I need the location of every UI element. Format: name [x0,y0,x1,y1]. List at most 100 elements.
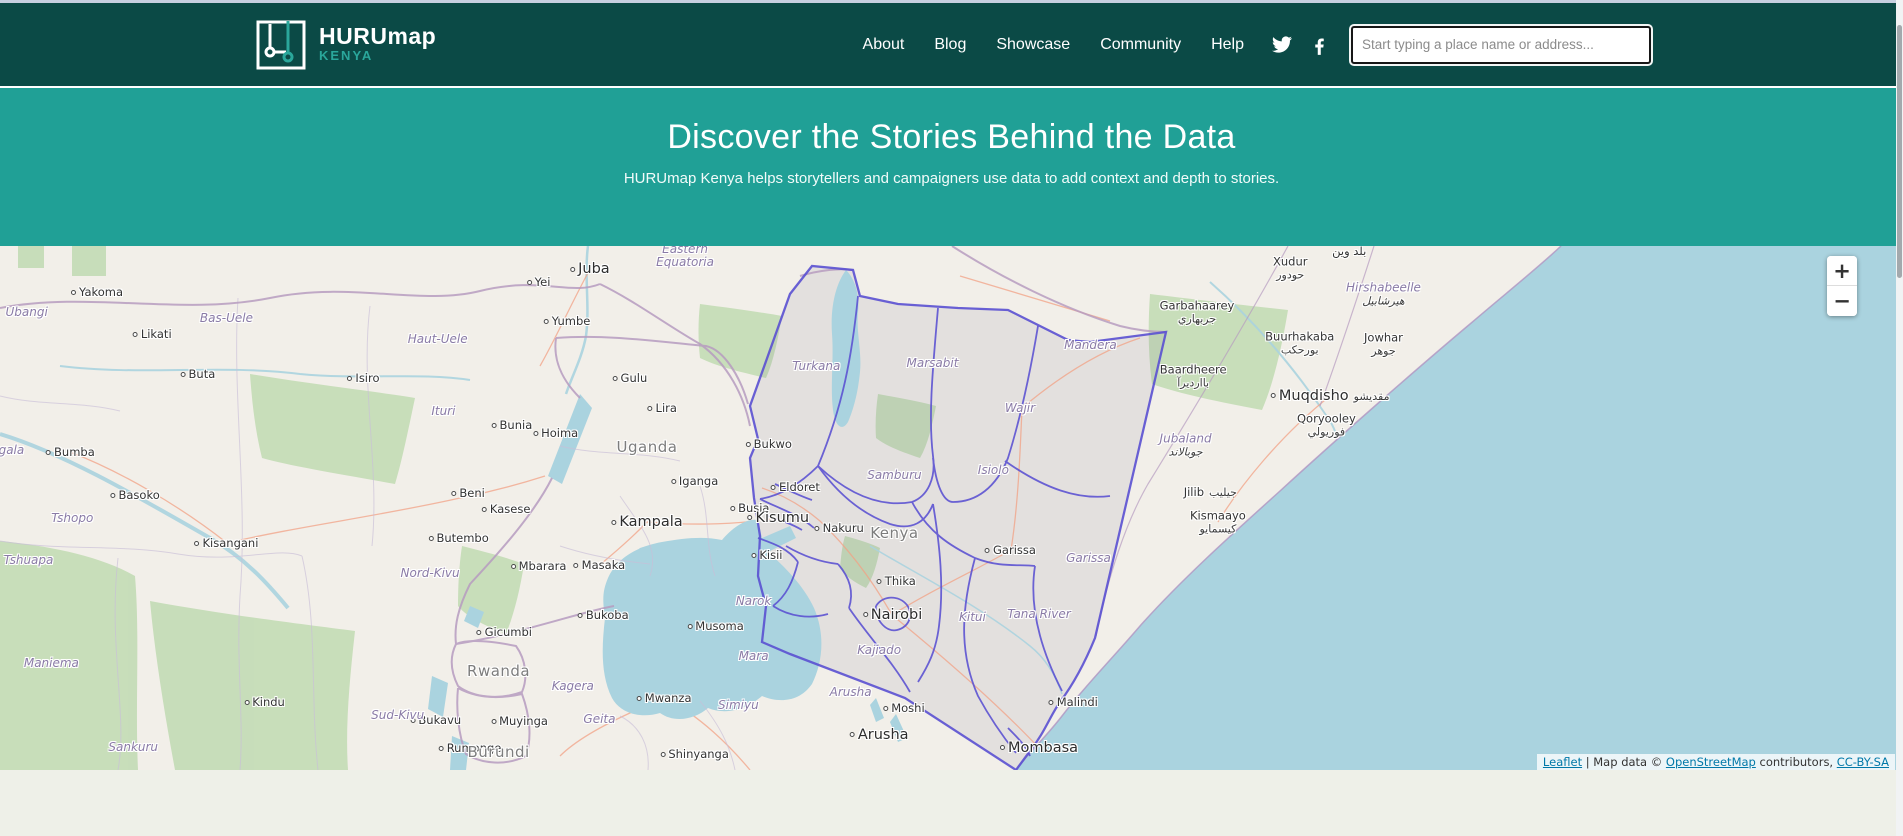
place-marker-dot [570,267,575,272]
map-label-yakoma: Yakoma [71,285,123,299]
map-label-basoko: Basoko [110,488,159,502]
place-marker-dot [491,719,496,724]
nav-showcase[interactable]: Showcase [996,36,1070,54]
place-marker-dot [574,563,579,568]
place-marker-dot [181,372,186,377]
place-marker-dot [244,700,249,705]
map-label-thika: Thika [877,574,916,588]
zoom-out-button[interactable]: − [1827,286,1857,316]
place-marker-dot [751,553,756,558]
place-marker-dot [482,507,487,512]
map-label-rwanda: Rwanda [467,662,530,680]
place-marker-dot [648,406,653,411]
place-marker-dot [46,450,51,455]
map-label-narok: Narok [736,594,772,608]
map-label-mara: Mara [739,649,769,663]
map-label-mwanza: Mwanza [637,691,692,705]
map-label-baardheere: Baardheereباارديرآ [1160,362,1227,389]
map-label-ituri: Ituri [431,404,455,418]
map-label-nairobi: Nairobi [863,607,923,623]
place-marker-dot [544,319,549,324]
attribution-text-1: | Map data © [1582,755,1666,769]
place-marker-dot [110,493,115,498]
map-label-hirshabeelle: Hirshabeelleهيرشابيل [1346,281,1421,308]
map-label-garissa: Garissa [1066,551,1111,565]
place-label-arabic: جوبالاند [1160,446,1212,459]
header-search [1351,26,1651,64]
place-label-arabic: بورحكب [1265,343,1334,356]
map-label-samburu: Samburu [867,468,921,482]
map-label-tshuapa: Tshuapa [4,553,54,567]
map-label-kindu: Kindu [244,695,285,709]
license-link[interactable]: CC-BY-SA [1837,755,1889,769]
place-marker-dot [985,548,990,553]
map-label-beni: Beni [451,486,484,500]
openstreetmap-link[interactable]: OpenStreetMap [1666,755,1756,769]
map-label-uganda: Uganda [617,438,678,456]
place-marker-dot [815,526,820,531]
map-label-muyinga: Muyinga [491,714,548,728]
twitter-icon[interactable] [1272,36,1292,53]
place-marker-dot [439,746,444,751]
map-label-shinyanga: Shinyanga [660,747,729,761]
nav-community[interactable]: Community [1100,36,1181,54]
map-label-kagera: Kagera [552,679,594,693]
map-label-kisumu: Kisumu [748,510,810,526]
map-label-maniema: Maniema [24,656,79,670]
place-search-input[interactable] [1351,26,1651,64]
map-label-bunia: Bunia [492,418,533,432]
map-zoom-control: + − [1827,256,1857,316]
map-label-xudur: Xudurحودور [1273,255,1307,282]
place-marker-dot [1271,393,1276,398]
place-marker-dot [883,706,888,711]
hero-section: Discover the Stories Behind the Data HUR… [0,88,1903,246]
page-bottom-area [0,770,1903,834]
map-label-mbarara: Mbarara [511,559,567,573]
zoom-in-button[interactable]: + [1827,256,1857,286]
map-label-yumbe: Yumbe [544,314,591,328]
browser-scrollbar[interactable] [1896,0,1903,836]
map-label-بلد-وين: بلد وين [1332,246,1366,258]
place-marker-dot [746,442,751,447]
map-label-tshopo: Tshopo [51,511,93,525]
place-marker-dot [637,696,642,701]
brand-name: HURUmap [319,25,436,48]
map-label-gicumbi: Gicumbi [477,625,532,639]
map-attribution: Leaflet | Map data © OpenStreetMap contr… [1537,754,1895,770]
leaflet-link[interactable]: Leaflet [1543,755,1582,769]
hurumap-logo[interactable]: HURUmap KENYA [255,19,436,71]
map-label-sud-kivu: Sud-Kivu [371,708,424,722]
place-marker-dot [347,376,352,381]
leaflet-map[interactable]: JubaYeiYumbeGuluLiraBukwoIgangaEldoretBu… [0,246,1903,770]
nav-help[interactable]: Help [1211,36,1244,54]
map-label-kenya: Kenya [870,524,918,542]
place-marker-dot [613,376,618,381]
place-marker-dot [877,579,882,584]
map-label-moshi: Moshi [883,701,924,715]
map-label-muqdisho: Muqdishoمقديشو [1271,388,1390,404]
map-label-eldoret: Eldoret [771,480,820,494]
place-marker-dot [1049,700,1054,705]
map-label-wajir: Wajir [1005,401,1035,415]
map-label-musoma: Musoma [687,619,744,633]
map-label-garbahaarey: Garbahaareyجربهاري [1160,299,1235,326]
map-label-kisii: Kisii [751,548,782,562]
place-marker-dot [748,515,753,520]
map-label-marsabit: Marsabit [907,356,959,370]
place-marker-dot [511,564,516,569]
map-label-ubangi: Ubangi [5,305,47,319]
place-marker-dot [863,612,868,617]
hero-subtitle: HURUmap Kenya helps storytellers and cam… [0,170,1903,187]
place-marker-dot [533,431,538,436]
nav-about[interactable]: About [863,36,905,54]
facebook-icon[interactable] [1314,35,1325,55]
map-label-kisangani: Kisangani [195,536,259,550]
nav-blog[interactable]: Blog [934,36,966,54]
place-marker-dot [477,630,482,635]
map-label-nakuru: Nakuru [815,521,864,535]
place-marker-dot [671,479,676,484]
scrollbar-thumb[interactable] [1897,25,1902,278]
map-label-mandera: Mandera [1064,338,1117,352]
place-marker-dot [71,290,76,295]
map-label-sankuru: Sankuru [108,740,158,754]
